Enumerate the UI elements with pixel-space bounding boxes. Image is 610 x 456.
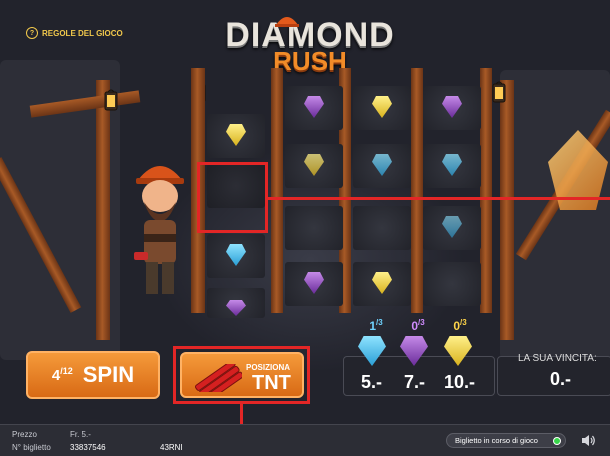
wood-beam-right: [500, 80, 514, 340]
selected-cell-highlight: [197, 162, 268, 233]
mine-cell[interactable]: [353, 206, 411, 250]
lantern-icon: [492, 81, 506, 103]
game-scene: ? REGOLE DEL GIOCO DIAMOND RUSH 4/12 SPI…: [0, 0, 610, 455]
miner-character: [134, 166, 184, 294]
ticket-status: Biglietto in corso di gioco: [446, 433, 566, 448]
mine-cell[interactable]: [353, 144, 411, 188]
ticket-status-label: Biglietto in corso di gioco: [455, 436, 538, 445]
yellow-gem-prize: 10.-: [444, 372, 476, 392]
footer-bar: Prezzo Fr. 5.- N° biglietto 33837546 43R…: [0, 424, 610, 456]
yellow-gem-icon: [372, 96, 392, 118]
mine-cell[interactable]: [423, 206, 481, 250]
spin-button[interactable]: 4/12 SPIN: [26, 351, 160, 399]
ticket-label: N° biglietto: [12, 443, 51, 452]
purple-gem-icon: [226, 300, 246, 316]
mine-cell[interactable]: [207, 288, 265, 318]
win-value: 0.-: [550, 369, 572, 389]
purple-gem-icon: [304, 272, 324, 294]
spin-label: SPIN: [82, 362, 135, 387]
mine-cell[interactable]: [285, 262, 343, 306]
price-value: Fr. 5.-: [70, 430, 91, 439]
tnt-label-small: POSIZIONA: [246, 363, 291, 372]
purple-gem-prize: 7.-: [404, 372, 426, 392]
gem-counters: 1/3 0/3 0/3: [356, 318, 488, 366]
purple-gem-icon: [442, 96, 462, 118]
price-label: Prezzo: [12, 430, 37, 439]
mine-cell[interactable]: [285, 144, 343, 188]
dynamite-icon: [195, 364, 242, 392]
purple-gem-icon: [304, 96, 324, 118]
blue-gem-icon: [442, 216, 462, 238]
speaker-icon[interactable]: [580, 433, 596, 448]
grid-beam: [271, 68, 283, 313]
blue-gem-icon: [442, 154, 462, 176]
spin-counter: 4/12: [51, 366, 73, 384]
wood-beam-left: [96, 80, 110, 340]
mine-cell[interactable]: [207, 114, 265, 158]
lantern-icon: [104, 89, 118, 111]
mine-cell[interactable]: [285, 86, 343, 130]
place-tnt-button[interactable]: POSIZIONA TNT: [180, 352, 304, 398]
blue-gem-counter: 1/3: [369, 318, 383, 333]
blue-gem-prize: 5.-: [361, 372, 383, 392]
win-label: LA SUA VINCITA:: [518, 353, 597, 364]
blue-gem-icon: [226, 244, 246, 266]
mine-cell[interactable]: [207, 234, 265, 278]
miner-helmet-icon: [275, 17, 299, 27]
callout-line: [268, 197, 610, 200]
mine-cell[interactable]: [285, 206, 343, 250]
game-rules-link[interactable]: ? REGOLE DEL GIOCO: [26, 27, 123, 39]
mine-cell[interactable]: [423, 262, 481, 306]
yellow-gem-icon: [304, 154, 324, 176]
mine-cell[interactable]: [423, 144, 481, 188]
yellow-gem-icon: [372, 272, 392, 294]
status-dot-icon: [553, 437, 561, 445]
game-subtitle: RUSH: [273, 46, 347, 76]
mine-cell[interactable]: [353, 86, 411, 130]
yellow-gem-counter: 0/3: [453, 318, 467, 333]
grid-beam: [411, 68, 423, 313]
yellow-gem-icon: [226, 124, 246, 146]
purple-gem-counter: 0/3: [411, 318, 425, 333]
grid-beam: [480, 68, 492, 313]
blue-gem-icon: [372, 154, 392, 176]
ticket-number: 33837546: [70, 443, 106, 452]
cave-rock-right: [500, 70, 610, 360]
mine-cell[interactable]: [423, 86, 481, 130]
help-icon: ?: [26, 27, 38, 39]
game-rules-label: REGOLE DEL GIOCO: [42, 28, 123, 38]
tnt-label: TNT: [252, 372, 291, 394]
mine-cell[interactable]: [353, 262, 411, 306]
ticket-code: 43RNI: [160, 443, 183, 452]
